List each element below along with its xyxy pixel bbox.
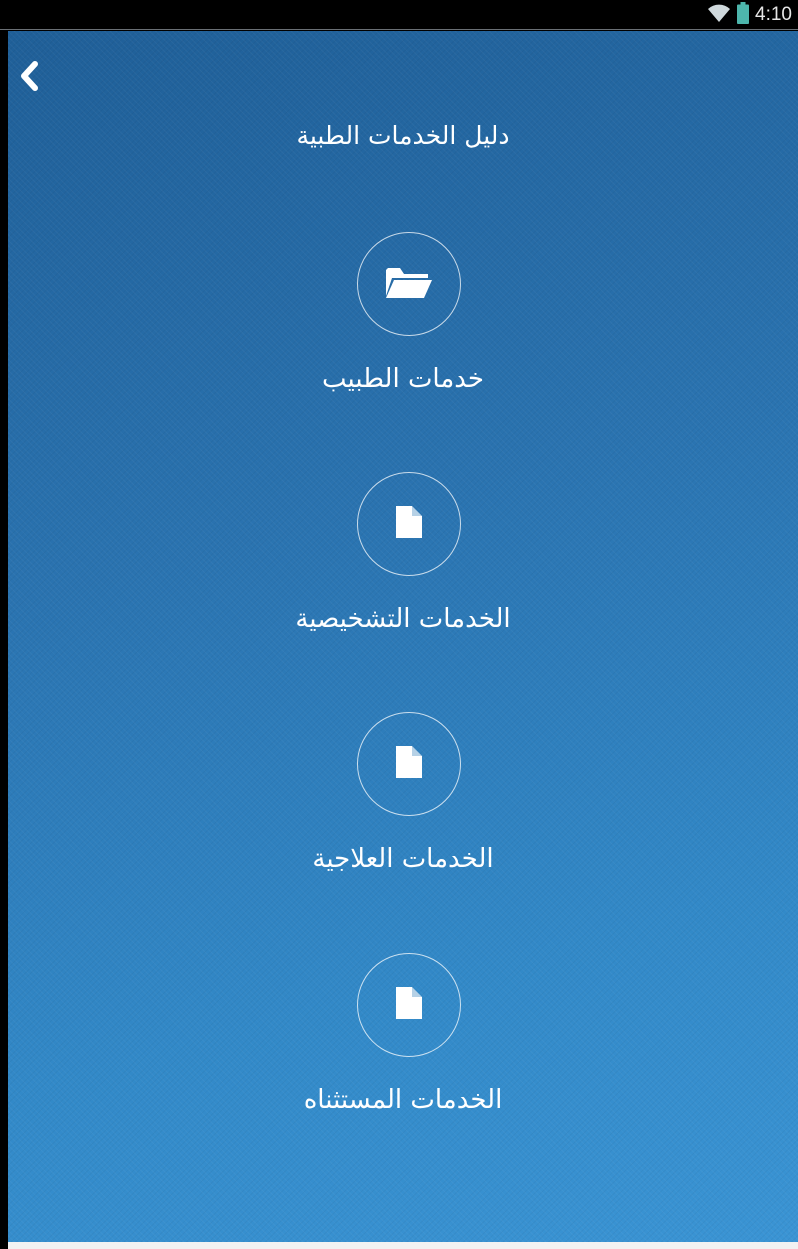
folder-open-icon [384,264,434,304]
menu-item-label: الخدمات التشخيصية [295,604,511,634]
menu-item-label: خدمات الطبيب [321,364,484,394]
file-icon [395,986,423,1024]
menu-icon-circle [357,232,461,336]
app-content: دليل الخدمات الطبية خدمات الطبيب الخدمات… [8,31,798,1242]
menu-item-label: الخدمات المستثناه [303,1085,503,1115]
back-button[interactable] [14,61,44,95]
device-screen: 4:10 دليل الخدمات الطبية خدمات الطبيب ال… [0,0,798,1249]
file-icon [395,745,423,783]
menu-icon-circle [357,953,461,1057]
chevron-left-icon [18,61,40,95]
menu-item-excluded-services[interactable]: الخدمات المستثناه [8,953,798,1153]
status-time: 4:10 [755,4,792,25]
bottom-strip [8,1242,798,1249]
menu-icon-circle [357,472,461,576]
status-icons: 4:10 [707,2,792,28]
wifi-icon [707,3,731,27]
page-title: دليل الخدمات الطبية [296,121,510,150]
menu-item-label: الخدمات العلاجية [312,844,494,874]
menu-item-treatment-services[interactable]: الخدمات العلاجية [8,712,798,912]
battery-icon [737,2,750,28]
menu-item-doctor-services[interactable]: خدمات الطبيب [8,232,798,432]
menu-icon-circle [357,712,461,816]
file-icon [395,505,423,543]
status-bar: 4:10 [0,0,798,30]
menu-item-diagnostic-services[interactable]: الخدمات التشخيصية [8,472,798,672]
